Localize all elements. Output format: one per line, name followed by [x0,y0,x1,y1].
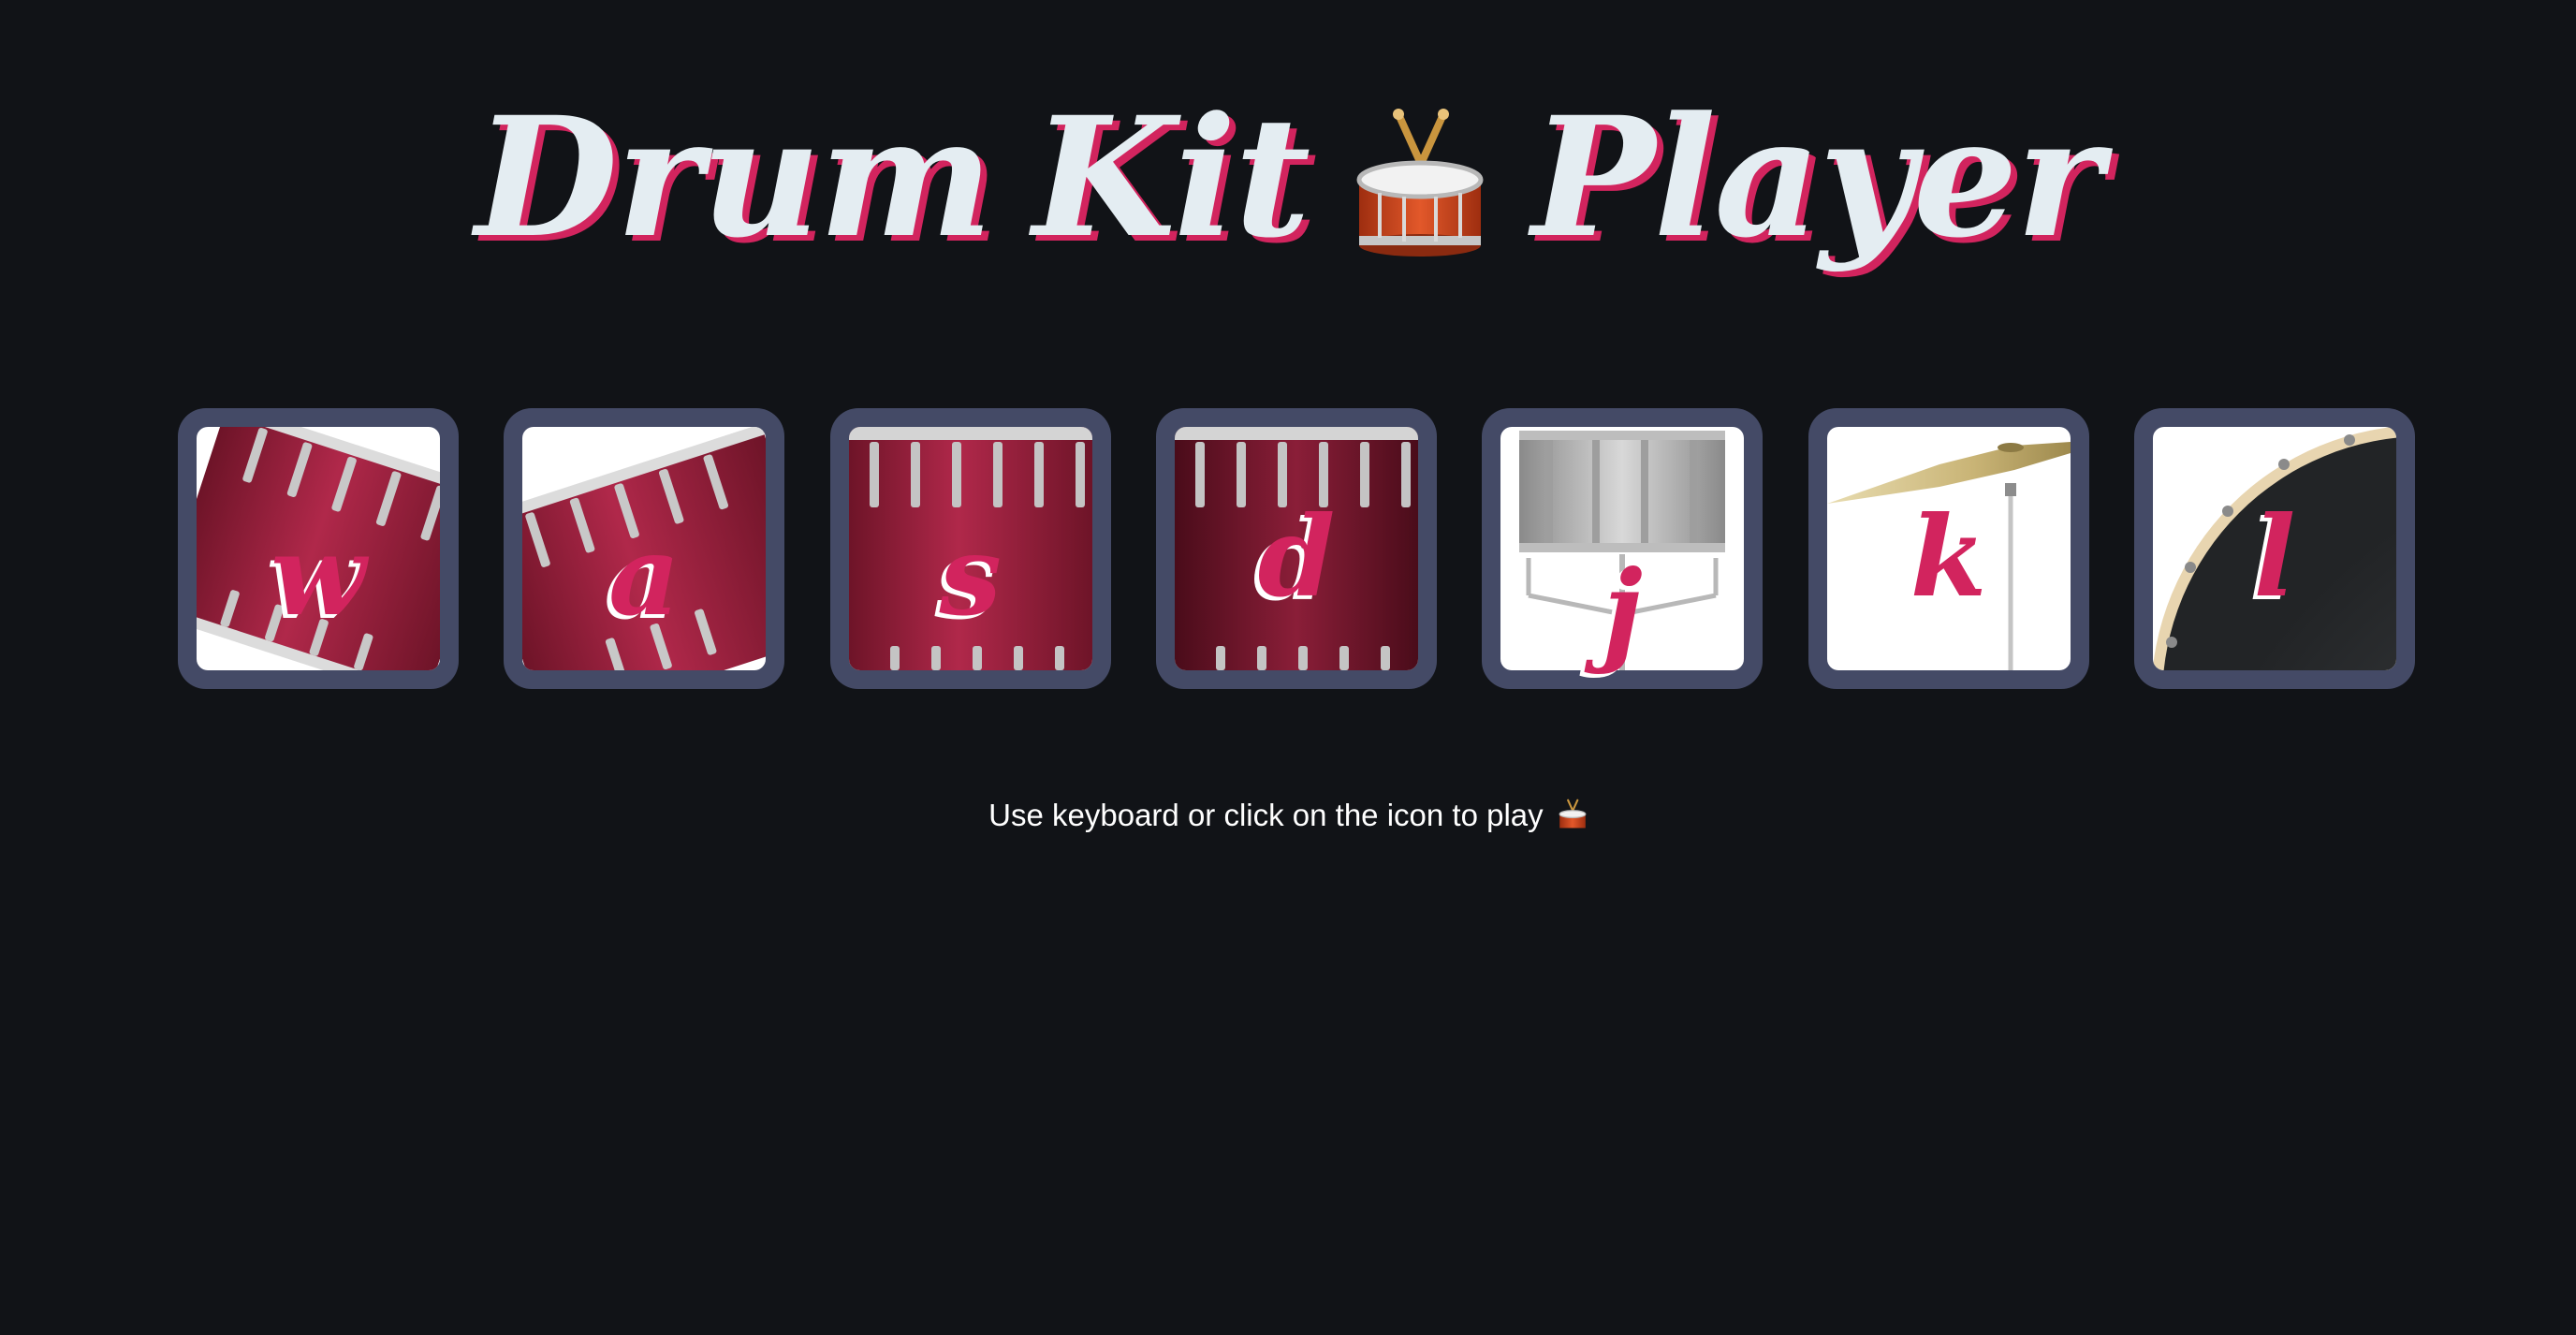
drum-pad-l[interactable]: l [2133,408,2415,689]
drum-icon [1559,799,1587,829]
bass-drum-art [2152,427,2396,670]
page-title: Drum Kit Player [0,56,2576,300]
cymbal-stand-art [1826,427,2071,670]
drum-kit-page: Drum Kit Player w a s d j k l Use keyboa… [0,0,2576,1335]
title-word-drum: Drum [475,81,994,274]
floor-tom-art [1174,427,1418,670]
snare-drum-art [848,427,1092,670]
drum-pad-s[interactable]: s [829,408,1111,689]
drum-pad-k[interactable]: k [1808,408,2089,689]
drum-pad-row: w a s d j k l [178,408,2415,689]
drum-icon [1356,109,1484,257]
drum-pad-d[interactable]: d [1155,408,1437,689]
play-instructions-text: Use keyboard or click on the icon to pla… [988,798,1544,832]
title-word-player: Player [1531,81,2102,274]
drum-pad-a[interactable]: a [504,408,785,689]
drum-pad-j[interactable]: j [1482,408,1764,689]
title-word-kit: Kit [1032,81,1310,274]
drum-pad-w[interactable]: w [178,408,459,689]
silver-snare-stand-art [1500,427,1745,670]
tom-tilted-right-art [522,427,767,670]
play-instructions: Use keyboard or click on the icon to pla… [0,798,2576,833]
tom-tilted-left-art [197,427,440,670]
